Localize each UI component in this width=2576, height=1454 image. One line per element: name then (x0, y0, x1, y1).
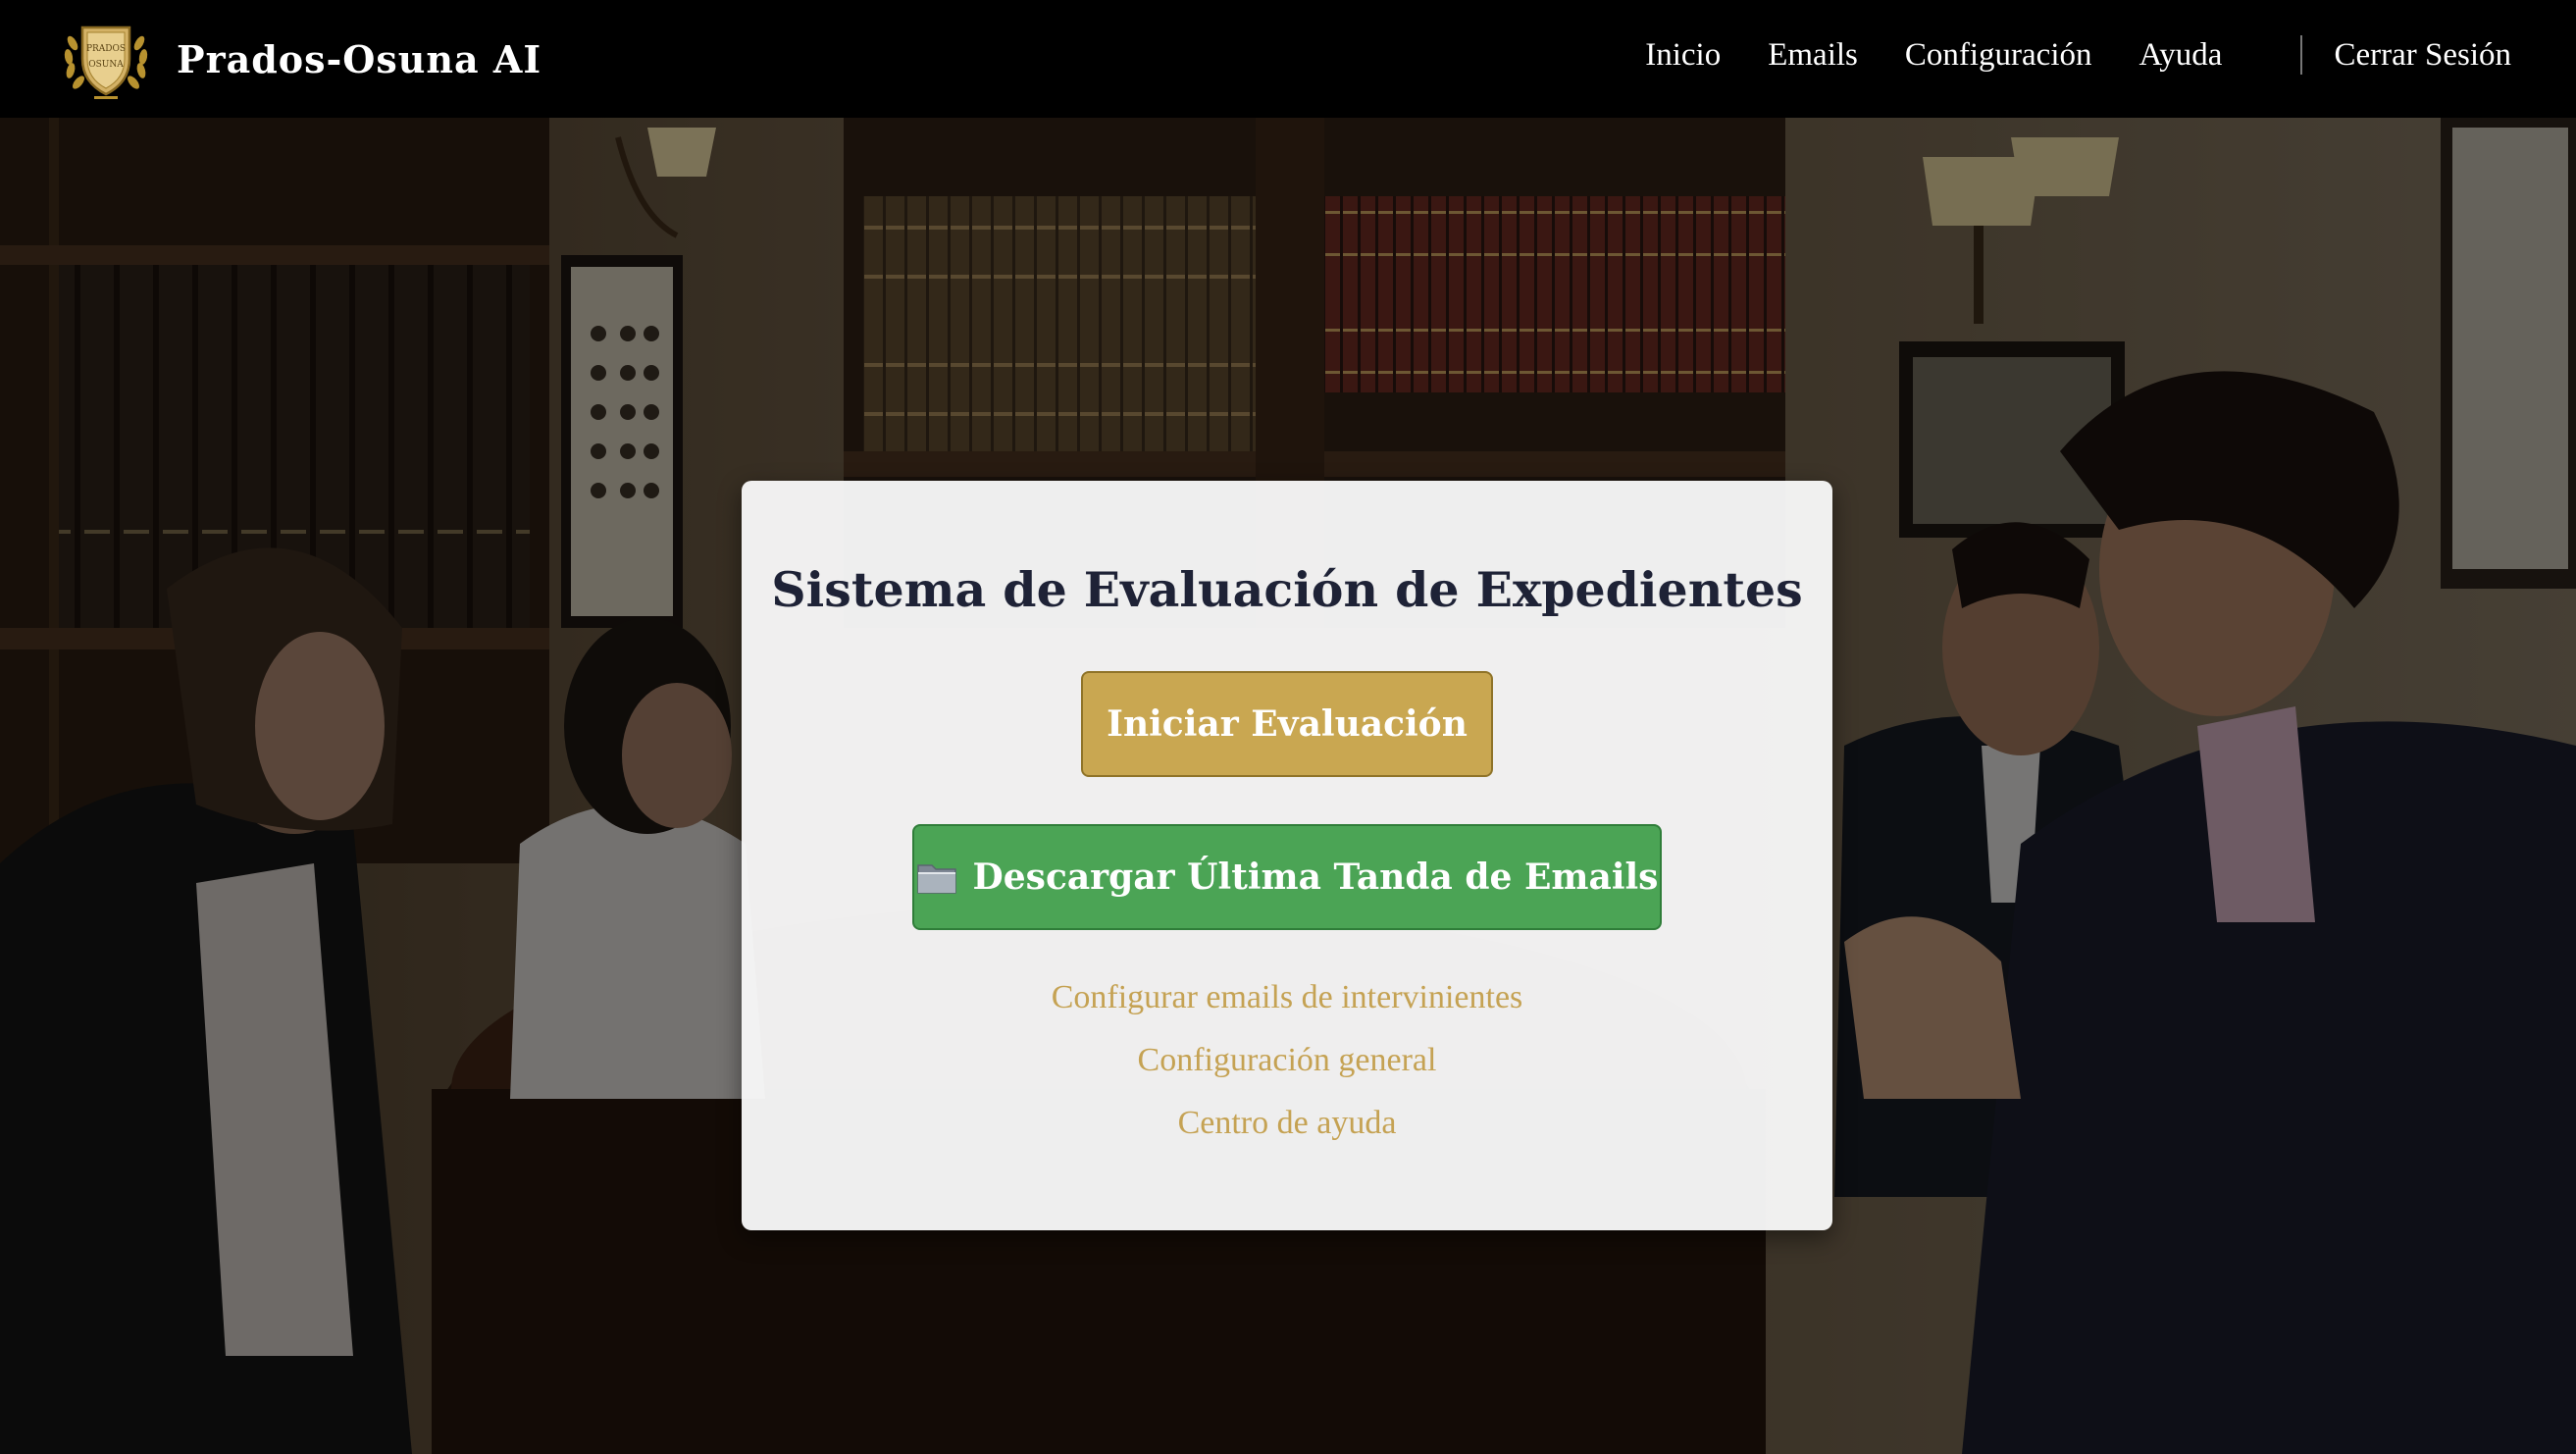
help-center-link[interactable]: Centro de ayuda (742, 1105, 1832, 1142)
nav-item-inicio[interactable]: Inicio (1645, 37, 1721, 74)
svg-text:PRADOS: PRADOS (86, 44, 126, 54)
download-emails-button[interactable]: Descargar Última Tanda de Emails (912, 824, 1662, 930)
page-title: Sistema de Evaluación de Expedientes (771, 561, 1803, 618)
nav-item-configuracion[interactable]: Configuración (1905, 37, 2092, 74)
general-settings-link[interactable]: Configuración general (742, 1042, 1832, 1079)
start-evaluation-label: Iniciar Evaluación (1107, 703, 1468, 745)
brand[interactable]: PRADOS OSUNA Prados-Osuna AI (61, 14, 541, 104)
svg-text:OSUNA: OSUNA (88, 60, 124, 70)
folder-icon (916, 864, 956, 894)
start-evaluation-button[interactable]: Iniciar Evaluación (1081, 671, 1493, 777)
logout-link[interactable]: Cerrar Sesión (2334, 37, 2511, 74)
law-firm-crest-logo: PRADOS OSUNA (64, 26, 148, 99)
nav-divider (2300, 35, 2303, 75)
configure-participant-emails-link[interactable]: Configurar emails de intervinientes (742, 979, 1832, 1016)
nav-item-emails[interactable]: Emails (1768, 37, 1858, 74)
evaluation-card: Sistema de Evaluación de Expedientes Ini… (742, 481, 1832, 1230)
nav-item-ayuda[interactable]: Ayuda (2139, 37, 2223, 74)
download-emails-label: Descargar Última Tanda de Emails (972, 857, 1659, 898)
top-navbar: PRADOS OSUNA Prados-Osuna AI Inicio Emai… (0, 0, 2576, 118)
main-nav: Inicio Emails Configuración Ayuda Cerrar… (1645, 0, 2511, 110)
brand-name: Prados-Osuna AI (177, 36, 542, 81)
